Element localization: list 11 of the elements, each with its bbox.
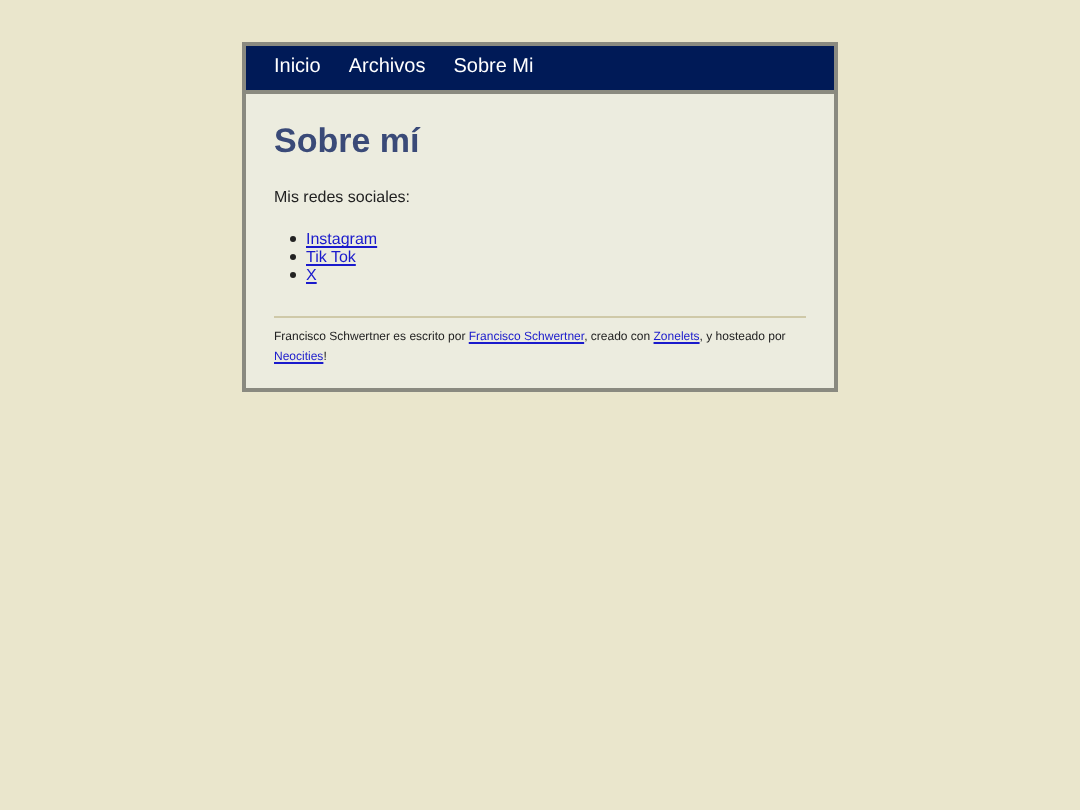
- nav-link[interactable]: Archivos: [348, 54, 426, 82]
- bullet-icon: [290, 236, 296, 243]
- intro-text: Mis redes sociales:: [274, 186, 413, 211]
- social-link[interactable]: Instagram: [306, 230, 378, 249]
- page-heading: Sobre mí: [274, 122, 423, 163]
- bullet-icon: [290, 254, 296, 261]
- nav-link[interactable]: Sobre Mi: [453, 54, 534, 82]
- social-link[interactable]: Tik Tok: [306, 248, 356, 267]
- social-link[interactable]: X: [306, 266, 317, 285]
- bullet-icon: [290, 272, 296, 279]
- nav-link[interactable]: Inicio: [274, 54, 321, 82]
